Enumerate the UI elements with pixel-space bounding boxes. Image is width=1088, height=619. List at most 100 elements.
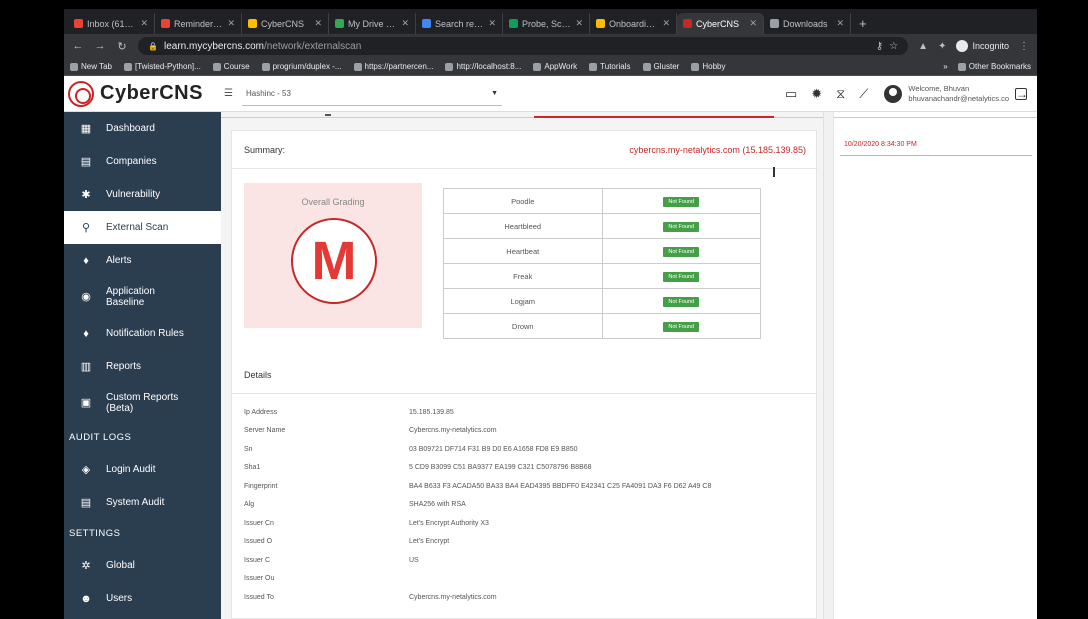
star-icon[interactable]: ☆ xyxy=(889,41,898,52)
sidebar-item-label: External Scan xyxy=(106,222,169,233)
bookmark-4[interactable]: https://partnercen... xyxy=(353,62,433,71)
sidebar-item-login-audit[interactable]: ◈ Login Audit xyxy=(64,453,221,486)
detail-value: Cybercns.my-netalytics.com xyxy=(409,427,497,435)
collapse-menu-icon[interactable]: ☰ xyxy=(224,88,242,99)
tab-1[interactable]: Reminder: You✕ xyxy=(155,13,242,34)
other-bookmarks[interactable]: Other Bookmarks xyxy=(957,62,1031,71)
key-icon[interactable]: ⚷ xyxy=(876,41,883,52)
host-ip: (15.185.139.85) xyxy=(742,144,806,155)
status-badge: Not Found xyxy=(663,196,700,207)
detail-value: Let's Encrypt Authority X3 xyxy=(409,519,489,527)
bookmark-6[interactable]: AppWork xyxy=(533,62,577,71)
detail-key: Issuer Cn xyxy=(244,519,274,527)
sidebar-item-notification-rules[interactable]: ♦ Notification Rules xyxy=(64,317,221,350)
app-header: CyberCNS ☰ Hashinc - 53 ▼ ▭ ✹ ⧖ ⟋ Welcom… xyxy=(64,76,1037,112)
sidebar-item-companies[interactable]: ▤ Companies xyxy=(64,145,221,178)
sidebar-item-application-baseline[interactable]: ◉ Application Baseline xyxy=(64,277,221,317)
bookmark-1[interactable]: [Twisted-Python]... xyxy=(123,62,201,71)
close-tab-icon[interactable]: ✕ xyxy=(227,18,235,29)
active-indicator xyxy=(534,116,774,118)
incognito-indicator[interactable]: Incognito xyxy=(956,40,1009,52)
activity-icon[interactable]: ⟋ xyxy=(859,86,868,102)
bookmark-0[interactable]: New Tab xyxy=(70,62,112,71)
sidebar-item-dashboard[interactable]: ▦ Dashboard xyxy=(64,112,221,145)
detail-row: Fingerprint BA4 B633 F3 ACADA50 BA33 BA4 … xyxy=(244,477,814,496)
bug-icon[interactable]: ✹ xyxy=(811,86,822,102)
detail-key: Alg xyxy=(244,501,255,509)
url-input[interactable]: 🔒 learn.mycybercns.com/network/externals… xyxy=(138,37,909,55)
sidebar-item-label: Vulnerability xyxy=(106,189,161,200)
sidebar-item-label: Dashboard xyxy=(106,123,155,134)
new-tab-icon[interactable]: + xyxy=(851,13,875,34)
company-select[interactable]: Hashinc - 53 ▼ xyxy=(242,82,502,106)
close-tab-icon[interactable]: ✕ xyxy=(662,18,670,29)
menu-dots-icon[interactable]: ⋮ xyxy=(1019,41,1029,52)
logout-icon[interactable]: → xyxy=(1015,87,1028,100)
bookmark-icon xyxy=(642,62,651,71)
close-tab-icon[interactable]: ✕ xyxy=(401,18,409,29)
hourglass-icon[interactable]: ⧖ xyxy=(836,86,845,102)
sidebar-item-system-audit[interactable]: ▤ System Audit xyxy=(64,486,221,519)
history-separator xyxy=(840,155,1032,156)
bookmark-label: Course xyxy=(223,62,250,71)
detail-key: Issued O xyxy=(244,538,273,546)
bookmark-9[interactable]: Hobby xyxy=(691,62,725,71)
tab-6[interactable]: Onboarding Pr ✕ xyxy=(590,13,677,34)
sidebar-item-alerts[interactable]: ♦ Alerts xyxy=(64,244,221,277)
bookmark-8[interactable]: Gluster xyxy=(642,62,679,71)
summary-host[interactable]: cybercns.my-netalytics.com (15.185.139.8… xyxy=(629,145,806,155)
check-name: Logjam xyxy=(443,288,603,314)
sidebar-item-vulnerability[interactable]: ✱ Vulnerability xyxy=(64,178,221,211)
url-path: /network/externalscan xyxy=(264,40,362,52)
sidebar-item-global[interactable]: ✲ Global xyxy=(64,549,221,582)
close-tab-icon[interactable]: ✕ xyxy=(140,18,148,29)
check-status-cell: Not Found xyxy=(601,188,761,214)
bookmark-5[interactable]: http://localhost:8... xyxy=(445,62,521,71)
check-name: Heartbeat xyxy=(443,238,603,264)
bookmark-7[interactable]: Tutorials xyxy=(589,62,631,71)
search-icon: ⚲ xyxy=(81,222,91,234)
lock-icon: 🔒 xyxy=(148,41,158,51)
sidebar-item-label: System Audit xyxy=(106,497,165,508)
tab-0[interactable]: Inbox (619) - b ✕ xyxy=(68,13,155,34)
sidebar-item-external-scan[interactable]: ⚲ External Scan xyxy=(64,211,221,244)
sidebar-item-label: Global xyxy=(106,560,135,571)
back-icon[interactable]: ← xyxy=(72,40,84,52)
bookmark-3[interactable]: progrium/duplex -... xyxy=(261,62,342,71)
browser-window: Inbox (619) - b✕Reminder: You✕CyberCNS✕M… xyxy=(64,9,1037,619)
detail-key: Sha1 xyxy=(244,464,261,472)
check-name: Freak xyxy=(443,263,603,289)
tab-2[interactable]: CyberCNS ✕ xyxy=(242,13,329,34)
check-row: Poodle Not Found xyxy=(443,188,761,214)
tab-8[interactable]: Downloads ✕ xyxy=(764,13,851,34)
logo[interactable]: CyberCNS xyxy=(64,80,224,107)
tab-5[interactable]: Probe, Scanne✕ xyxy=(503,13,590,34)
devices-icon[interactable]: ▭ xyxy=(785,86,797,102)
bookmarks-overflow-icon[interactable]: » xyxy=(943,62,947,71)
tab-7[interactable]: CyberCNS ✕ xyxy=(677,13,764,34)
tab-4[interactable]: Search results ✕ xyxy=(416,13,503,34)
puzzle-icon[interactable]: ✦ xyxy=(938,41,946,52)
extension-icon[interactable]: ▲ xyxy=(918,41,928,52)
reports-icon: ▥ xyxy=(80,361,92,373)
reload-icon[interactable]: ↻ xyxy=(116,40,128,53)
user-menu[interactable]: Welcome, Bhuvan bhuvanachandr@netalytics… xyxy=(884,84,1037,104)
forward-icon[interactable]: → xyxy=(94,40,106,52)
history-timestamp[interactable]: 10/20/2020 8:34:30 PM xyxy=(844,141,917,148)
sidebar-item-label: Users xyxy=(106,593,133,604)
sidebar-item-reports[interactable]: ▥ Reports xyxy=(64,350,221,383)
bookmark-2[interactable]: Course xyxy=(212,62,250,71)
sidebar-item-users[interactable]: ☻ Users xyxy=(64,582,221,615)
close-tab-icon[interactable]: ✕ xyxy=(314,18,322,29)
main-scrollbar[interactable] xyxy=(823,112,833,619)
close-tab-icon[interactable]: ✕ xyxy=(488,18,496,29)
summary-row: Summary: cybercns.my-netalytics.com (15.… xyxy=(232,131,818,169)
check-name: Heartbleed xyxy=(443,213,603,239)
sidebar-item-custom-reports-beta[interactable]: ▣ Custom Reports (Beta) xyxy=(64,383,221,423)
tab-title: Search results xyxy=(435,18,484,29)
tab-title: CyberCNS xyxy=(261,18,305,29)
close-tab-icon[interactable]: ✕ xyxy=(836,18,844,29)
close-tab-icon[interactable]: ✕ xyxy=(575,18,583,29)
close-tab-icon[interactable]: ✕ xyxy=(749,18,757,29)
tab-3[interactable]: My Drive - Goo ✕ xyxy=(329,13,416,34)
